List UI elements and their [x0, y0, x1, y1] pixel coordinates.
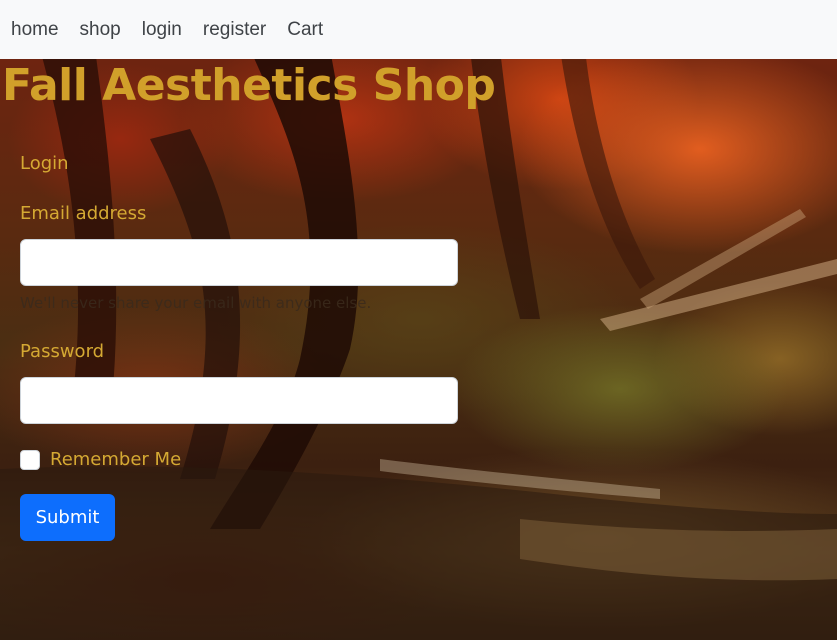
page-title: Fall Aesthetics Shop	[2, 60, 496, 111]
submit-button[interactable]: Submit	[20, 494, 115, 541]
remember-me-checkbox[interactable]	[20, 449, 40, 470]
remember-me-row: Remember Me	[20, 449, 181, 470]
password-input[interactable]	[20, 377, 458, 424]
autumn-forest-background-image	[0, 59, 837, 640]
email-input[interactable]	[20, 239, 458, 286]
email-label: Email address	[20, 203, 147, 224]
email-help-text: We'll never share your email with anyone…	[20, 294, 372, 312]
remember-me-label[interactable]: Remember Me	[50, 449, 181, 470]
nav-link-login[interactable]: login	[142, 19, 182, 41]
top-navbar: home shop login register Cart	[0, 0, 837, 59]
forest-trees-illustration	[0, 59, 837, 640]
nav-link-cart[interactable]: Cart	[287, 19, 323, 41]
nav-link-register[interactable]: register	[203, 19, 266, 41]
login-form-heading: Login	[20, 153, 69, 174]
nav-link-home[interactable]: home	[11, 19, 59, 41]
password-label: Password	[20, 341, 105, 362]
nav-link-shop[interactable]: shop	[80, 19, 121, 41]
